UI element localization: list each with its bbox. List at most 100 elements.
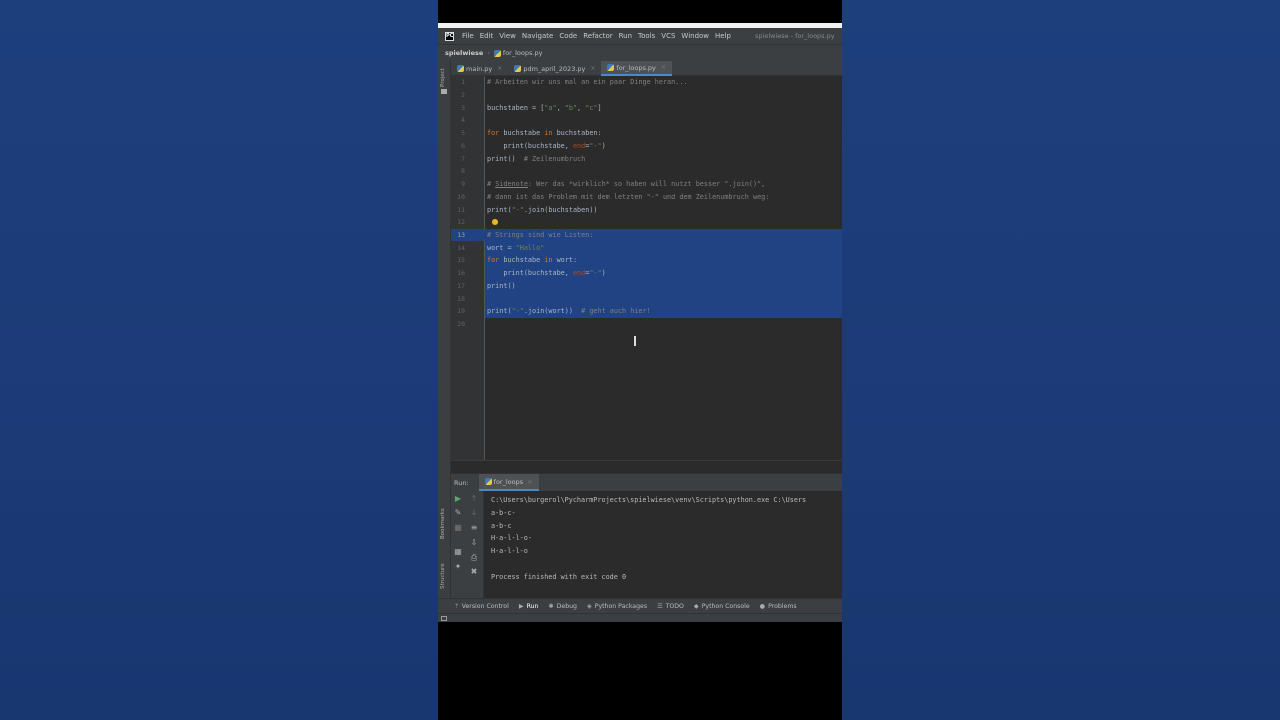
run-label: Run:: [454, 478, 469, 487]
code-editor[interactable]: 1 2 3 4 5 6 7 8 9 10 11 12 13 14 15 16 1…: [451, 76, 842, 461]
pycharm-logo-icon: PC: [445, 31, 454, 41]
output-line: a-b-c: [491, 522, 512, 530]
output-line: C:\Users\burgerol\PycharmProjects\spielw…: [491, 496, 807, 504]
line-number: 16: [457, 269, 465, 277]
debug-button[interactable]: ✱ Debug: [548, 603, 577, 610]
rerun-icon[interactable]: ▶: [453, 494, 463, 504]
menu-refactor[interactable]: Refactor: [583, 32, 612, 40]
line-number: 12: [457, 218, 465, 226]
list-icon: ☰: [657, 602, 663, 610]
todo-button[interactable]: ☰ TODO: [657, 603, 684, 610]
line-number: 17: [457, 282, 465, 290]
python-packages-button[interactable]: ◈ Python Packages: [587, 603, 647, 610]
run-tool-window: Run: for_loops × ▶ ↑ ✎ ↓ ■ ≡ ⇩ ▦ ⎙ ✦ ✖ C…: [451, 473, 842, 599]
close-icon[interactable]: ×: [527, 478, 532, 486]
bookmarks-tool-label[interactable]: Bookmarks: [440, 508, 446, 539]
branch-icon: ᛘ: [455, 602, 459, 610]
tab-label: main.py: [466, 64, 493, 73]
menu-bar: PC File Edit View Navigate Code Refactor…: [438, 28, 842, 44]
stop-icon[interactable]: ■: [453, 523, 463, 533]
menu-vcs[interactable]: VCS: [661, 32, 675, 40]
close-icon[interactable]: ×: [497, 65, 502, 72]
close-icon[interactable]: ×: [661, 64, 666, 71]
code-line-15: for buchstabe in wort:: [487, 256, 578, 264]
tab-label: for_loops.py: [616, 63, 656, 72]
code-line-11: print("-".join(buchstaben)): [487, 206, 598, 214]
menu-tools[interactable]: Tools: [638, 32, 655, 40]
arrow-up-icon[interactable]: ↑: [469, 494, 479, 504]
lightbulb-icon[interactable]: [492, 219, 498, 225]
version-control-button[interactable]: ᛘ Version Control: [455, 603, 509, 610]
code-line-3: buchstaben = ["a", "b", "c"]: [487, 104, 602, 112]
line-number: 19: [457, 307, 465, 315]
line-number: 8: [461, 167, 465, 175]
code-line-10: # dann ist das Problem mit dem letzten "…: [487, 193, 770, 201]
output-line: a-b-c-: [491, 509, 516, 517]
code-line-1: # Arbeiten wir uns mal an ein paar Dinge…: [487, 78, 688, 86]
line-number: 13: [457, 231, 465, 239]
editor-horizontal-scrollbar[interactable]: [451, 460, 842, 470]
print-icon[interactable]: ⎙: [469, 553, 479, 563]
wrench-icon[interactable]: ✎: [453, 508, 463, 518]
line-number: 7: [461, 155, 465, 163]
menu-view[interactable]: View: [499, 32, 516, 40]
code-line-7: print() # Zeilenumbruch: [487, 155, 586, 163]
run-tab-label: for_loops: [493, 477, 524, 486]
status-label: Python Console: [701, 602, 750, 610]
structure-tool-label[interactable]: Structure: [440, 563, 446, 589]
project-tool-label[interactable]: Project: [440, 68, 446, 87]
python-file-icon: [493, 49, 501, 57]
breadcrumb-project[interactable]: spielwiese: [445, 49, 483, 57]
run-button[interactable]: ▶ Run: [519, 603, 539, 610]
info-icon: ●: [759, 602, 766, 610]
line-number: 15: [457, 256, 465, 264]
layout-icon[interactable]: ▦: [453, 547, 463, 557]
code-line-9: # Sidenote: Wer das *wirklich* so haben …: [487, 180, 766, 188]
python-file-icon: [514, 65, 522, 72]
line-number: 10: [457, 193, 465, 201]
tab-main-py[interactable]: main.py ×: [451, 61, 508, 76]
menu-code[interactable]: Code: [559, 32, 577, 40]
code-line-17: print(): [487, 282, 516, 290]
line-number: 6: [461, 142, 465, 150]
python-console-button[interactable]: ◆ Python Console: [694, 603, 750, 610]
problems-button[interactable]: ● Problems: [760, 603, 797, 610]
console-output[interactable]: C:\Users\burgerol\PycharmProjects\spielw…: [488, 491, 842, 599]
left-tool-strip: Project Bookmarks Structure: [438, 61, 451, 606]
close-icon[interactable]: ×: [590, 65, 595, 72]
output-line: H-a-l-l-o-: [491, 534, 532, 542]
status-label: Run: [526, 602, 539, 610]
tab-for-loops[interactable]: for_loops.py ×: [601, 61, 672, 76]
line-number: 11: [457, 206, 465, 214]
console-icon: ◆: [693, 602, 699, 610]
pin-icon[interactable]: ✦: [453, 562, 463, 572]
code-line-13: # Strings sind wie Listen:: [487, 231, 594, 239]
trash-icon[interactable]: ✖: [469, 567, 479, 577]
bug-icon: ✱: [548, 602, 554, 610]
run-config-tab[interactable]: for_loops ×: [478, 474, 539, 491]
status-label: Version Control: [461, 602, 509, 610]
toggle-tool-windows-icon[interactable]: [441, 616, 447, 621]
code-line-5: for buchstabe in buchstaben:: [487, 129, 602, 137]
menu-help[interactable]: Help: [715, 32, 731, 40]
scroll-to-end-icon[interactable]: ⇩: [469, 538, 479, 548]
mouse-text-cursor: [634, 336, 636, 346]
soft-wrap-icon[interactable]: ≡: [469, 523, 479, 533]
arrow-down-icon[interactable]: ↓: [469, 508, 479, 518]
folder-icon[interactable]: [441, 89, 447, 94]
breadcrumb-file[interactable]: for_loops.py: [503, 49, 543, 57]
menu-run[interactable]: Run: [619, 32, 632, 40]
tool-window-bar: ᛘ Version Control ▶ Run ✱ Debug ◈ Python Pac…: [438, 598, 842, 613]
menu-file[interactable]: File: [462, 32, 474, 40]
tab-pdm-april[interactable]: pdm_april_2023.py ×: [508, 61, 601, 76]
menu-navigate[interactable]: Navigate: [522, 32, 553, 40]
python-file-icon: [607, 64, 615, 71]
line-number: 9: [461, 180, 465, 188]
menu-edit[interactable]: Edit: [480, 32, 494, 40]
status-bar: [438, 613, 842, 622]
video-frame: PC File Edit View Navigate Code Refactor…: [438, 0, 842, 720]
menu-window[interactable]: Window: [681, 32, 709, 40]
code-line-16: print(buchstabe, end="-"): [487, 269, 606, 277]
python-file-icon: [457, 65, 464, 72]
line-number: 5: [461, 129, 465, 137]
